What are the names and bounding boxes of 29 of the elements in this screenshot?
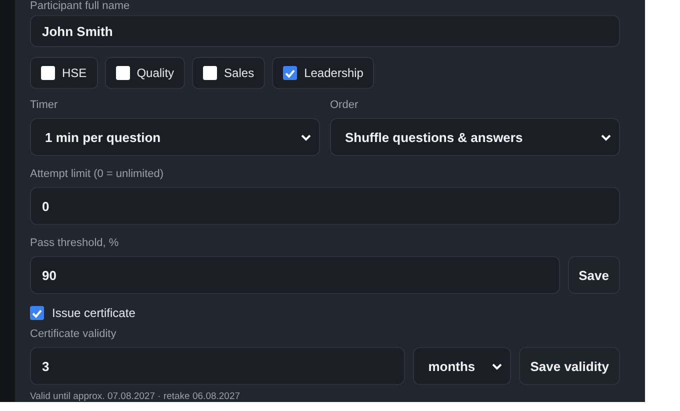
checkbox-label: Issue certificate — [52, 306, 136, 320]
attempt-limit-input[interactable]: 0 — [30, 187, 620, 225]
chevron-down-icon — [601, 134, 611, 140]
checkbox[interactable] — [203, 66, 218, 80]
timer-select[interactable]: 1 min per question — [30, 118, 320, 156]
field-label: Pass threshold, % — [30, 237, 120, 250]
checkbox[interactable] — [116, 66, 130, 80]
chevron-down-icon — [301, 134, 311, 140]
category-chip[interactable]: Leadership — [272, 57, 374, 89]
field-label: Order — [330, 99, 360, 112]
field-label: Certificate validity — [30, 328, 118, 341]
category-chip[interactable]: Quality — [104, 57, 186, 89]
field-label: Attempt limit (0 = unlimited) — [30, 168, 165, 181]
category-chip[interactable]: HSE — [30, 57, 98, 89]
order-select[interactable]: Shuffle questions & answers — [330, 118, 620, 156]
unit-select[interactable]: months — [413, 347, 512, 385]
checkbox[interactable] — [41, 66, 55, 80]
save-validity-button[interactable]: Save validity — [519, 347, 620, 385]
category-chip[interactable]: Sales — [192, 57, 266, 89]
validity-note: Valid until approx. 07.08.2027 · retake 06.08.2027 — [30, 391, 242, 402]
chevron-down-icon — [492, 362, 502, 370]
validity-input[interactable]: 3 — [30, 347, 406, 385]
checkbox[interactable] — [283, 66, 298, 80]
pass-threshold-input[interactable]: 90 — [30, 256, 560, 294]
save-button[interactable]: Save — [568, 256, 620, 294]
checkbox[interactable] — [30, 306, 44, 320]
field-label: Timer — [30, 99, 59, 112]
field-label: Participant full name — [30, 0, 131, 13]
name-input[interactable]: John Smith — [30, 15, 620, 47]
